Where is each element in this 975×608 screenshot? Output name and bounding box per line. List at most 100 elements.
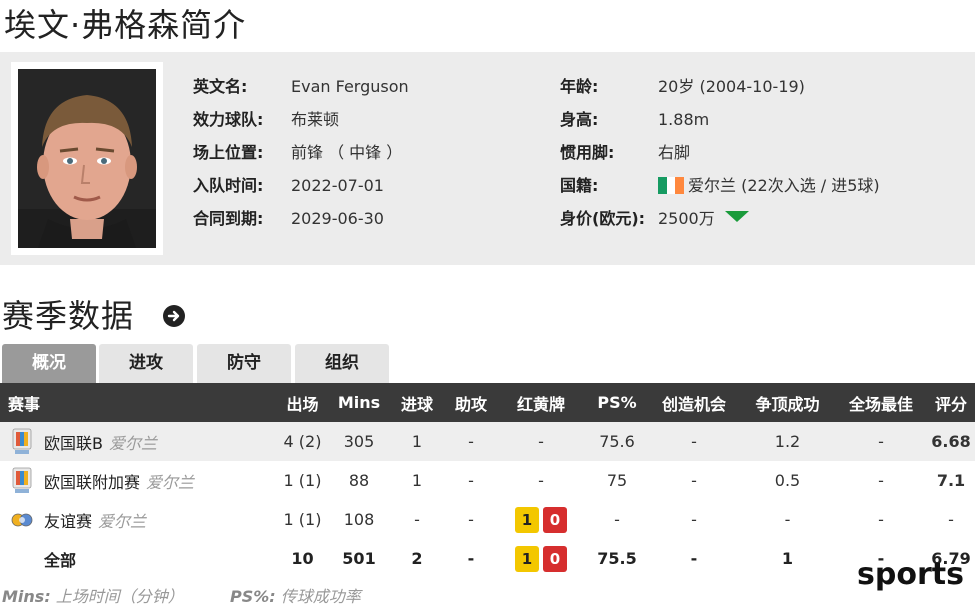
total-goals: 2 (388, 539, 446, 578)
value-position: 前锋 （ 中锋 ） (291, 143, 403, 162)
competition-country: 爱尔兰 (108, 433, 157, 453)
cell-goals: - (388, 500, 446, 539)
arrow-right-circle-icon[interactable] (163, 305, 185, 327)
player-photo-frame (11, 62, 163, 255)
header-rating[interactable]: 评分 (927, 383, 975, 422)
nations-league-icon (10, 466, 34, 496)
footnote-ps-text: 传球成功率 (275, 587, 361, 606)
header-aerials[interactable]: 争顶成功 (740, 383, 835, 422)
cell-competition: 欧国联附加赛 爱尔兰 (0, 461, 275, 500)
cell-chances: - (648, 422, 740, 461)
tab-defense[interactable]: 防守 (197, 344, 291, 384)
value-english-name: Evan Ferguson (291, 77, 409, 96)
cell-cards: 10 (496, 500, 586, 539)
cell-chances: - (648, 461, 740, 500)
cell-cards: - (496, 461, 586, 500)
value-join-date: 2022-07-01 (291, 176, 384, 195)
cell-motm: - (835, 422, 927, 461)
yellow-card-count: 1 (515, 506, 539, 533)
ireland-flag-icon (658, 177, 684, 194)
value-nationality-wrap: 爱尔兰 (22次入选 / 进5球) (658, 175, 880, 197)
footnote-mins-text: 上场时间（分钟） (50, 587, 184, 606)
friendly-icon (10, 505, 34, 535)
watermark-logo: sports (857, 557, 964, 592)
tab-attack[interactable]: 进攻 (99, 344, 193, 384)
cell-mins: 88 (330, 461, 388, 500)
cell-goals: 1 (388, 461, 446, 500)
table-row: 欧国联附加赛 爱尔兰 1 (1) 88 1 - - 75 - 0.5 - 7.1 (0, 461, 975, 500)
total-aerials: 1 (740, 539, 835, 578)
cell-motm: - (835, 461, 927, 500)
cell-ps: - (586, 500, 648, 539)
label-english-name: 英文名: (193, 77, 248, 96)
tab-overview[interactable]: 概况 (2, 344, 96, 384)
total-ps: 75.5 (586, 539, 648, 578)
cell-goals: 1 (388, 422, 446, 461)
label-club: 效力球队: (193, 110, 264, 129)
value-foot: 右脚 (658, 143, 691, 162)
cell-rating: - (927, 500, 975, 539)
header-motm[interactable]: 全场最佳 (835, 383, 927, 422)
value-nationality: 爱尔兰 (22次入选 / 进5球) (688, 176, 880, 195)
total-apps: 10 (275, 539, 330, 578)
cell-aerials: - (740, 500, 835, 539)
header-mins[interactable]: Mins (330, 383, 388, 422)
footnote-mins: Mins: 上场时间（分钟） (2, 583, 184, 607)
total-cards: 10 (496, 539, 586, 578)
cell-aerials: 1.2 (740, 422, 835, 461)
label-join-date: 入队时间: (193, 176, 264, 195)
competition-name[interactable]: 欧国联附加赛 (44, 469, 140, 493)
yellow-card-count: 1 (515, 545, 539, 572)
table-total-row: 全部 10 501 2 - 10 75.5 - 1 - 6.79 (0, 539, 975, 578)
value-height: 1.88m (658, 110, 710, 129)
value-market-value: 2500万 (658, 209, 715, 228)
cell-apps: 1 (1) (275, 500, 330, 539)
footnote-ps: PS%: 传球成功率 (230, 583, 361, 607)
header-ps[interactable]: PS% (586, 383, 648, 422)
player-photo (18, 69, 156, 248)
cell-competition: 欧国联B 爱尔兰 (0, 422, 275, 461)
label-market-value: 身价(欧元): (560, 209, 646, 228)
competition-country: 爱尔兰 (98, 511, 147, 531)
page-title: 埃文·弗格森简介 (4, 6, 247, 44)
header-chances[interactable]: 创造机会 (648, 383, 740, 422)
total-label: 全部 (0, 539, 275, 578)
header-cards[interactable]: 红黄牌 (496, 383, 586, 422)
cell-ps: 75.6 (586, 422, 648, 461)
down-arrow-icon (724, 211, 749, 222)
cell-cards: - (496, 422, 586, 461)
header-apps[interactable]: 出场 (275, 383, 330, 422)
label-nationality: 国籍: (560, 176, 599, 195)
competition-name[interactable]: 欧国联B (44, 430, 103, 454)
tab-organization[interactable]: 组织 (295, 344, 389, 384)
cell-apps: 4 (2) (275, 422, 330, 461)
label-position: 场上位置: (193, 143, 264, 162)
header-competition[interactable]: 赛事 (0, 383, 275, 422)
season-section-title: 赛季数据 (2, 297, 135, 335)
value-club[interactable]: 布莱顿 (291, 109, 339, 131)
table-row: 欧国联B 爱尔兰 4 (2) 305 1 - - 75.6 - 1.2 - 6.… (0, 422, 975, 461)
competition-name[interactable]: 友谊赛 (44, 508, 92, 532)
footnote-ps-key: PS%: (230, 587, 276, 606)
table-row: 友谊赛 爱尔兰 1 (1) 108 - - 10 - - - - - (0, 500, 975, 539)
red-card-count: 0 (543, 545, 567, 572)
cell-assists: - (446, 422, 496, 461)
value-contract: 2029-06-30 (291, 209, 384, 228)
cell-apps: 1 (1) (275, 461, 330, 500)
label-foot: 惯用脚: (560, 143, 615, 162)
cell-assists: - (446, 500, 496, 539)
cell-motm: - (835, 500, 927, 539)
cell-chances: - (648, 500, 740, 539)
header-goals[interactable]: 进球 (388, 383, 446, 422)
label-height: 身高: (560, 110, 599, 129)
cell-mins: 108 (330, 500, 388, 539)
value-age: 20岁 (2004-10-19) (658, 77, 805, 96)
profile-panel: 英文名: Evan Ferguson 效力球队: 布莱顿 场上位置: 前锋 （ … (0, 52, 975, 265)
label-age: 年龄: (560, 77, 599, 96)
cell-assists: - (446, 461, 496, 500)
cell-competition: 友谊赛 爱尔兰 (0, 500, 275, 539)
total-assists: - (446, 539, 496, 578)
season-stats-table: 赛事 出场 Mins 进球 助攻 红黄牌 PS% 创造机会 争顶成功 全场最佳 … (0, 383, 975, 578)
total-mins: 501 (330, 539, 388, 578)
header-assists[interactable]: 助攻 (446, 383, 496, 422)
